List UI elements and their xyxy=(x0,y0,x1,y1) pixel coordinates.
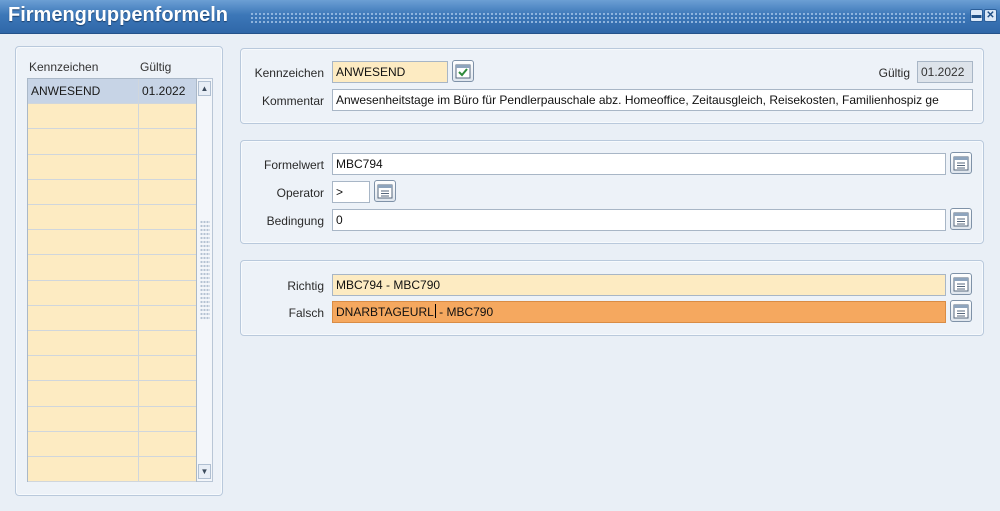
confirm-button[interactable] xyxy=(452,60,474,82)
cell-kennzeichen xyxy=(28,406,139,431)
check-calendar-icon xyxy=(455,64,471,79)
bedingung-lookup-button[interactable] xyxy=(950,208,972,230)
list-header: Kennzeichen Gültig xyxy=(27,60,197,76)
table-row[interactable]: ANWESEND 01.2022 xyxy=(28,79,196,105)
cell-kennzeichen xyxy=(28,457,139,482)
operator-label: Operator xyxy=(276,186,324,200)
cell-kennzeichen xyxy=(28,331,139,356)
cell-gueltig xyxy=(139,306,196,330)
falsch-label: Falsch xyxy=(288,306,324,320)
richtig-lookup-button[interactable] xyxy=(950,273,972,295)
richtig-field[interactable]: MBC794 - MBC790 xyxy=(332,274,946,296)
empty-table-row[interactable] xyxy=(28,280,196,306)
empty-table-row[interactable] xyxy=(28,457,196,483)
formula-list: ANWESEND 01.2022 xyxy=(27,78,197,483)
falsch-field[interactable]: DNARBTAGEURL - MBC790 xyxy=(332,301,946,323)
empty-table-row[interactable] xyxy=(28,129,196,155)
empty-table-row[interactable] xyxy=(28,255,196,281)
header-section xyxy=(240,48,984,124)
operator-field[interactable]: > xyxy=(332,181,370,203)
kennzeichen-field[interactable]: ANWESEND xyxy=(332,61,448,83)
empty-table-row[interactable] xyxy=(28,104,196,130)
cell-kennzeichen xyxy=(28,431,139,456)
falsch-lookup-button[interactable] xyxy=(950,300,972,322)
formelwert-label: Formelwert xyxy=(263,158,324,172)
cell-gueltig xyxy=(139,129,196,153)
operator-lookup-button[interactable] xyxy=(374,180,396,202)
cell-gueltig xyxy=(139,230,196,254)
cell-kennzeichen: ANWESEND xyxy=(28,79,139,104)
falsch-text-before-caret: DNARBTAGEURL xyxy=(336,305,434,319)
empty-table-row[interactable] xyxy=(28,331,196,357)
cell-kennzeichen xyxy=(28,255,139,280)
list-lookup-icon xyxy=(377,184,393,199)
cell-gueltig xyxy=(139,331,196,355)
close-icon[interactable]: ✕ xyxy=(984,9,997,22)
minimize-icon[interactable]: ▬ xyxy=(970,9,983,22)
empty-table-row[interactable] xyxy=(28,154,196,180)
empty-table-row[interactable] xyxy=(28,179,196,205)
cell-kennzeichen xyxy=(28,179,139,204)
result-section xyxy=(240,260,984,336)
title-bar-grip xyxy=(250,12,965,23)
cell-kennzeichen xyxy=(28,381,139,406)
bedingung-field[interactable]: 0 xyxy=(332,209,946,231)
empty-table-row[interactable] xyxy=(28,230,196,256)
cell-kennzeichen xyxy=(28,280,139,305)
formelwert-lookup-button[interactable] xyxy=(950,152,972,174)
cell-kennzeichen xyxy=(28,205,139,230)
kommentar-label: Kommentar xyxy=(261,94,324,108)
cell-kennzeichen xyxy=(28,356,139,381)
gueltig-field: 01.2022 xyxy=(917,61,973,83)
bedingung-label: Bedingung xyxy=(266,214,324,228)
cell-gueltig xyxy=(139,104,196,128)
cell-gueltig xyxy=(139,381,196,405)
list-lookup-icon xyxy=(953,304,969,319)
title-bar: Firmengruppenformeln ▬ ✕ xyxy=(0,0,1000,34)
kommentar-field[interactable]: Anwesenheitstage im Büro für Pendlerpaus… xyxy=(332,89,973,111)
list-lookup-icon xyxy=(953,212,969,227)
falsch-text-after-caret: - MBC790 xyxy=(435,305,494,319)
window-title: Firmengruppenformeln xyxy=(8,4,229,26)
cell-kennzeichen xyxy=(28,230,139,255)
cell-gueltig xyxy=(139,205,196,229)
empty-table-row[interactable] xyxy=(28,381,196,407)
cell-kennzeichen xyxy=(28,104,139,129)
empty-table-row[interactable] xyxy=(28,356,196,382)
scroll-up-icon[interactable]: ▲ xyxy=(198,81,211,96)
list-lookup-icon xyxy=(953,277,969,292)
cell-kennzeichen xyxy=(28,305,139,330)
cell-gueltig xyxy=(139,407,196,431)
empty-table-row[interactable] xyxy=(28,205,196,231)
cell-gueltig xyxy=(139,356,196,380)
cell-gueltig xyxy=(139,432,196,456)
splitter-grip[interactable] xyxy=(200,220,210,320)
column-header-kennzeichen[interactable]: Kennzeichen xyxy=(29,60,98,74)
cell-gueltig: 01.2022 xyxy=(142,84,186,98)
cell-gueltig xyxy=(139,180,196,204)
cell-gueltig xyxy=(139,155,196,179)
scroll-down-icon[interactable]: ▼ xyxy=(198,464,211,479)
cell-gueltig xyxy=(139,255,196,279)
kennzeichen-label: Kennzeichen xyxy=(254,66,324,80)
cell-kennzeichen xyxy=(28,154,139,179)
cell-gueltig xyxy=(139,281,196,305)
empty-table-row[interactable] xyxy=(28,406,196,432)
cell-gueltig xyxy=(139,457,196,481)
formelwert-field[interactable]: MBC794 xyxy=(332,153,946,175)
list-lookup-icon xyxy=(953,156,969,171)
empty-table-row[interactable] xyxy=(28,431,196,457)
cell-kennzeichen xyxy=(28,129,139,154)
gueltig-label: Gültig xyxy=(878,66,910,80)
empty-table-row[interactable] xyxy=(28,305,196,331)
richtig-label: Richtig xyxy=(287,279,324,293)
column-header-gueltig[interactable]: Gültig xyxy=(140,60,171,74)
